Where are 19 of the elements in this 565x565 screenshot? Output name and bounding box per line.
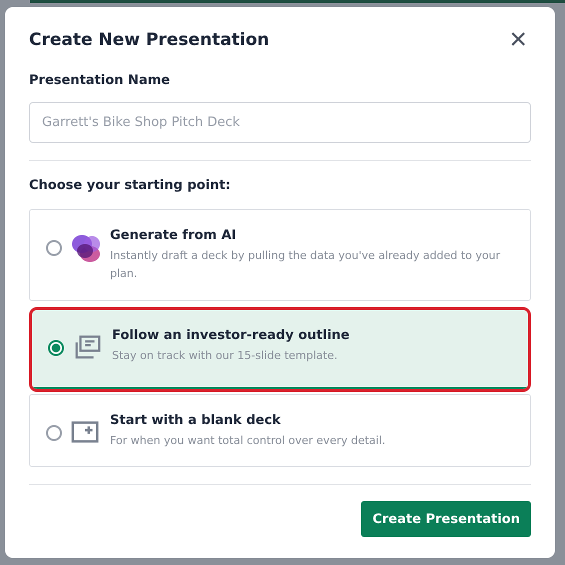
option-title: Follow an investor-ready outline bbox=[112, 328, 350, 343]
blob-icon bbox=[70, 232, 102, 264]
close-button[interactable]: × bbox=[509, 27, 527, 53]
option-description: Stay on track with our 15-slide template. bbox=[112, 348, 338, 364]
dialog-title: Create New Presentation bbox=[29, 30, 270, 50]
input-field[interactable]: Garrett's Bike Shop Pitch Deck bbox=[29, 102, 531, 143]
radio-button[interactable] bbox=[46, 240, 62, 256]
option-card[interactable]: Follow an investor-ready outline Stay on track with our 15-slide template. bbox=[32, 310, 528, 389]
field-label: Presentation Name bbox=[29, 73, 171, 90]
create-presentation-button[interactable]: Create Presentation bbox=[361, 501, 531, 537]
option-description: For when you want total control over every detail. bbox=[110, 433, 386, 449]
radio-button[interactable] bbox=[46, 425, 62, 441]
radio-button[interactable] bbox=[48, 340, 64, 356]
section-heading: Choose your starting point: bbox=[29, 178, 232, 195]
option-title: Start with a blank deck bbox=[110, 413, 282, 428]
option-description: Instantly draft a deck by pulling the data you've already added to your plan. bbox=[110, 248, 502, 282]
option-card[interactable]: Generate from AI Instantly draft a deck by pulling the data you've already added to your plan. bbox=[29, 209, 531, 301]
option-title: Generate from AI bbox=[110, 228, 238, 243]
option-card[interactable]: Start with a blank deck For when you want total control over every detail. bbox=[29, 394, 531, 467]
